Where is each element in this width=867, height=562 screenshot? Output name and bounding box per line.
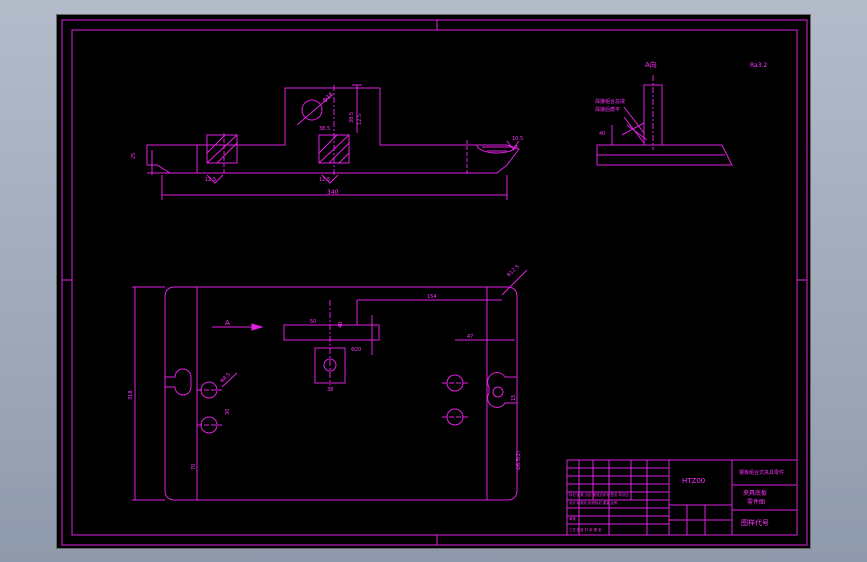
side-view-label: A向: [645, 60, 657, 69]
outer-border: [61, 19, 808, 546]
title-block-row-2: 设计 标准化 阶段标记 重量 比例: [569, 500, 618, 505]
front-view: [146, 84, 520, 200]
dim-15: 15: [511, 395, 517, 401]
title-block-row-3: 审核: [569, 516, 576, 521]
dim-40: 40: [338, 322, 344, 328]
dim-12-5-b: 12.5: [319, 177, 330, 183]
dim-25: 25: [131, 153, 137, 159]
side-dim-40: 40: [599, 131, 605, 137]
dim-phi8-5: Φ8.5: [219, 372, 232, 385]
side-note-2: 焊接后磨平: [595, 106, 620, 113]
title-block-row-1: 标记 处数 分区 更改文件号 签名 年月日: [569, 492, 629, 497]
dim-70: 70: [191, 464, 197, 470]
side-note-1: 焊接组合总成: [595, 98, 625, 105]
title-block-title: 钢板组合式夹具零件: [739, 469, 784, 476]
dim-38-5-a: 38.5: [319, 126, 330, 132]
dim-340: 340: [327, 189, 339, 196]
dim-318: 318: [128, 390, 134, 400]
dim-154: 154: [427, 294, 437, 300]
title-block-row-4: 工艺 批准 共 张 第 张: [569, 527, 602, 532]
dim-38: 38: [327, 387, 333, 393]
dim-phi8-5-2: Φ8.5(2): [516, 451, 522, 470]
arrow-label-a: A: [225, 319, 230, 327]
cad-drawing: Φ16 10.5 38.5 38.5 25 12.5 12.5 340 12.5…: [61, 19, 808, 546]
dim-47: 47: [467, 334, 473, 340]
front-hole: [301, 99, 323, 121]
dim-r12-5: R12.5: [506, 264, 521, 279]
dim-phi20: Φ20: [351, 347, 361, 353]
title-block-name-2: 零件图: [747, 498, 765, 506]
dim-phi16: Φ16: [321, 91, 335, 105]
dim-12-5-c: 12.5: [357, 114, 363, 125]
side-view: [596, 75, 733, 166]
surface-roughness-note: Ra3.2: [750, 62, 767, 69]
drawing-sheet: Φ16 10.5 38.5 38.5 25 12.5 12.5 340 12.5…: [56, 14, 811, 549]
title-block-drawing-code: 图样代号: [741, 518, 769, 527]
dim-50: 50: [310, 319, 316, 325]
dim-10-5: 10.5: [512, 136, 523, 142]
title-block-part-no: HTZ00: [682, 477, 705, 485]
dim-12-5-a: 12.5: [205, 177, 216, 183]
dim-30: 30: [225, 409, 231, 415]
title-block-name-1: 夹具底板: [743, 489, 767, 497]
inner-border: [71, 29, 798, 536]
dim-38-5-b: 38.5: [349, 112, 355, 123]
